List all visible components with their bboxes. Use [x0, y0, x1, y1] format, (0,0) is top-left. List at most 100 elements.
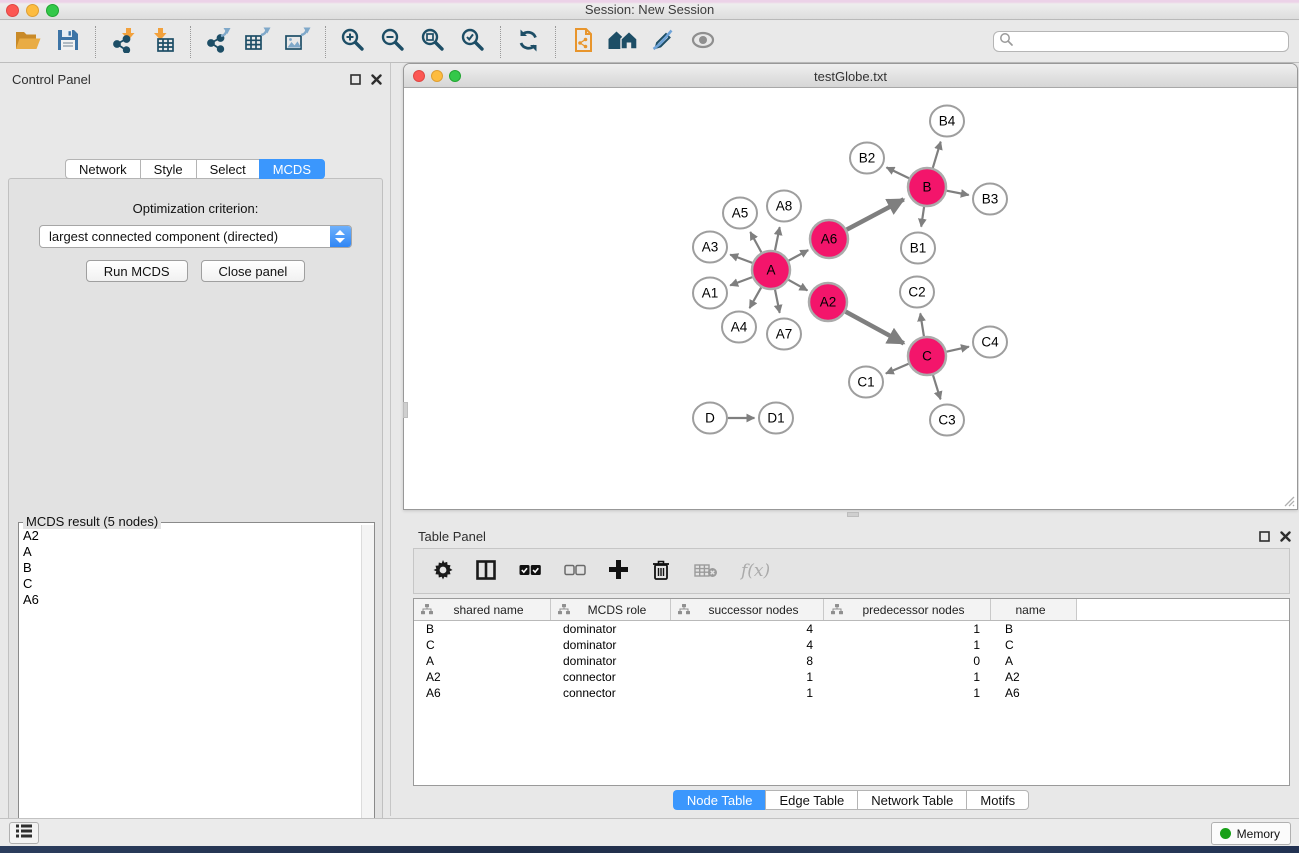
show-columns-button[interactable]	[476, 556, 496, 586]
memory-button[interactable]: Memory	[1211, 822, 1291, 845]
graph-node-A[interactable]: A	[752, 251, 790, 289]
zoom-fit-button[interactable]	[413, 24, 453, 60]
graph-edge-C-C1[interactable]	[886, 364, 909, 374]
open-session-button[interactable]	[8, 24, 48, 60]
result-item[interactable]: B	[23, 560, 361, 576]
tab-network[interactable]: Network	[65, 159, 140, 179]
column-header-successor-nodes[interactable]: successor nodes	[671, 599, 824, 620]
splitter-handle[interactable]	[847, 512, 859, 517]
graph-node-A5[interactable]: A5	[723, 198, 757, 229]
graph-node-B2[interactable]: B2	[850, 143, 884, 174]
graph-node-B4[interactable]: B4	[930, 106, 964, 137]
graph-edge-A2-C[interactable]	[846, 312, 904, 344]
graph-node-A2[interactable]: A2	[809, 283, 847, 321]
graph-node-B3[interactable]: B3	[973, 184, 1007, 215]
add-column-button[interactable]	[609, 556, 628, 586]
graph-node-C3[interactable]: C3	[930, 405, 964, 436]
float-panel-icon[interactable]	[1259, 529, 1270, 547]
table-row[interactable]: Cdominator41C	[414, 637, 1289, 653]
splitter-handle[interactable]	[403, 402, 408, 418]
new-network-from-selection-button[interactable]	[563, 24, 603, 60]
graph-node-B1[interactable]: B1	[901, 233, 935, 264]
close-panel-button[interactable]: Close panel	[201, 260, 306, 282]
result-list-scrollbar[interactable]	[361, 525, 374, 853]
graph-edge-A-A8[interactable]	[775, 227, 780, 250]
table-row[interactable]: Adominator80A	[414, 653, 1289, 669]
unselect-all-button[interactable]	[564, 556, 586, 586]
graph-node-A7[interactable]: A7	[767, 319, 801, 350]
result-item[interactable]: A6	[23, 592, 361, 608]
graph-edge-B-B2[interactable]	[887, 167, 910, 178]
graph-edge-A-A1[interactable]	[730, 277, 752, 285]
column-header-MCDS-role[interactable]: MCDS role	[551, 599, 671, 620]
graph-node-C2[interactable]: C2	[900, 277, 934, 308]
export-table-button[interactable]	[238, 24, 278, 60]
network-canvas[interactable]: A A1 A2 A3 A4 A5 A6 A7 A8 B B1 B2 B3 B4 C C1 C2 C3 C4 D D1	[404, 88, 1297, 509]
graph-edge-C-C4[interactable]	[947, 347, 969, 352]
show-hide-button[interactable]	[683, 24, 723, 60]
graph-edge-A6-B[interactable]	[847, 199, 904, 229]
table-settings-button[interactable]	[433, 556, 453, 586]
graph-node-C1[interactable]: C1	[849, 367, 883, 398]
graph-edge-A-A4[interactable]	[750, 287, 762, 308]
table-row[interactable]: A6connector11A6	[414, 685, 1289, 701]
run-mcds-button[interactable]: Run MCDS	[86, 260, 188, 282]
graph-node-B[interactable]: B	[908, 168, 946, 206]
result-item[interactable]: A2	[23, 528, 361, 544]
zoom-out-button[interactable]	[373, 24, 413, 60]
resize-grip[interactable]	[1281, 493, 1295, 507]
graph-node-D1[interactable]: D1	[759, 403, 793, 434]
graph-node-C[interactable]: C	[908, 337, 946, 375]
graph-edge-B-B1[interactable]	[921, 207, 924, 227]
criterion-dropdown[interactable]: largest connected component (directed)	[39, 225, 352, 248]
export-network-button[interactable]	[198, 24, 238, 60]
table-row[interactable]: A2connector11A2	[414, 669, 1289, 685]
result-item[interactable]: A	[23, 544, 361, 560]
graph-node-A6[interactable]: A6	[810, 220, 848, 258]
zoom-selected-button[interactable]	[453, 24, 493, 60]
delete-table-button[interactable]	[694, 556, 718, 586]
graph-edge-B-B3[interactable]	[947, 191, 969, 195]
graph-edge-A-A2[interactable]	[788, 280, 807, 291]
graph-node-A8[interactable]: A8	[767, 191, 801, 222]
graph-edge-C-C3[interactable]	[933, 375, 941, 399]
float-panel-icon[interactable]	[350, 72, 361, 90]
search-input[interactable]	[1014, 33, 1288, 50]
graph-edge-B-B4[interactable]	[933, 142, 941, 168]
tab-motifs[interactable]: Motifs	[966, 790, 1029, 810]
node-table[interactable]: shared nameMCDS rolesuccessor nodesprede…	[413, 598, 1290, 786]
tab-select[interactable]: Select	[196, 159, 259, 179]
toggle-labels-button[interactable]	[643, 24, 683, 60]
delete-column-button[interactable]	[651, 556, 671, 586]
import-table-button[interactable]	[143, 24, 183, 60]
tab-mcds[interactable]: MCDS	[259, 159, 325, 179]
graph-edge-A-A5[interactable]	[750, 232, 761, 252]
import-network-button[interactable]	[103, 24, 143, 60]
tab-node-table[interactable]: Node Table	[673, 790, 766, 810]
export-image-button[interactable]	[278, 24, 318, 60]
save-session-button[interactable]	[48, 24, 88, 60]
tab-edge-table[interactable]: Edge Table	[765, 790, 857, 810]
refresh-button[interactable]	[508, 24, 548, 60]
graph-edge-A-A7[interactable]	[775, 290, 780, 313]
close-panel-icon[interactable]	[1280, 529, 1291, 547]
graph-node-A4[interactable]: A4	[722, 312, 756, 343]
graph-edge-A-A3[interactable]	[730, 255, 752, 263]
graph-node-A3[interactable]: A3	[693, 232, 727, 263]
column-header-predecessor-nodes[interactable]: predecessor nodes	[824, 599, 991, 620]
task-history-button[interactable]	[9, 822, 39, 844]
function-builder-button[interactable]: f(x)	[741, 556, 770, 586]
tab-style[interactable]: Style	[140, 159, 196, 179]
tab-network-table[interactable]: Network Table	[857, 790, 966, 810]
graph-node-A1[interactable]: A1	[693, 278, 727, 309]
column-header-name[interactable]: name	[991, 599, 1077, 620]
zoom-in-button[interactable]	[333, 24, 373, 60]
graph-node-C4[interactable]: C4	[973, 327, 1007, 358]
graph-edge-C-C2[interactable]	[920, 313, 924, 336]
graph-edge-A-A6[interactable]	[789, 250, 809, 261]
graph-node-D[interactable]: D	[693, 403, 727, 434]
overview-button[interactable]	[603, 24, 643, 60]
select-all-button[interactable]	[519, 556, 541, 586]
result-item[interactable]: C	[23, 576, 361, 592]
close-panel-icon[interactable]	[371, 72, 382, 90]
